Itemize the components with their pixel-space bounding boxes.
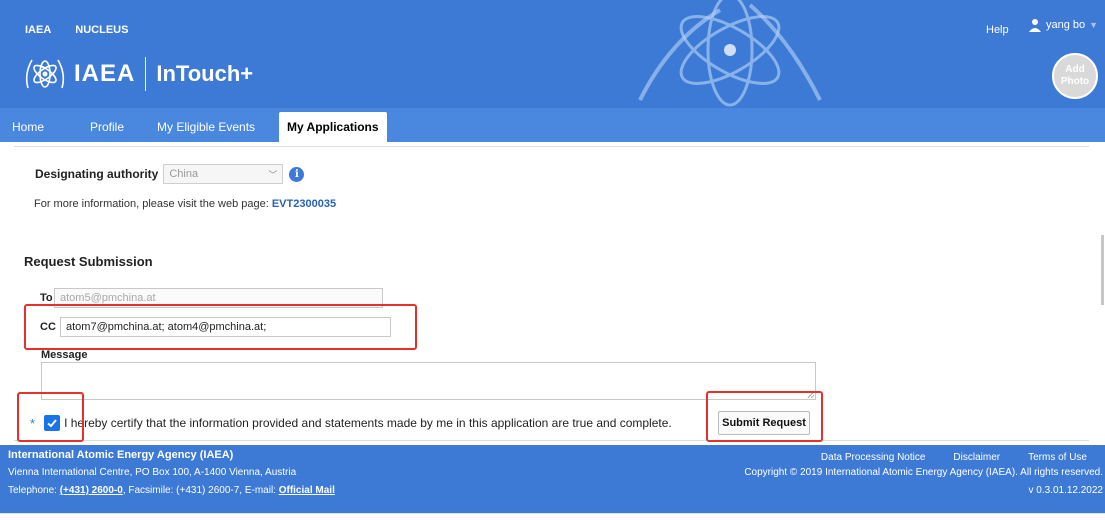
more-info-line: For more information, please visit the w… — [34, 198, 336, 210]
top-link-nucleus[interactable]: NUCLEUS — [75, 24, 128, 36]
terms-of-use-link[interactable]: Terms of Use — [1028, 452, 1087, 463]
help-link[interactable]: Help — [986, 24, 1009, 36]
user-name: yang bo — [1046, 19, 1086, 31]
certify-row: * I hereby certify that the information … — [30, 415, 672, 431]
top-link-iaea[interactable]: IAEA — [25, 24, 51, 36]
brand-logo[interactable]: IAEA InTouch+ — [22, 54, 253, 94]
tab-home[interactable]: Home — [12, 120, 44, 134]
data-processing-notice-link[interactable]: Data Processing Notice — [821, 452, 926, 463]
footer: International Atomic Energy Agency (IAEA… — [0, 445, 1105, 513]
disclaimer-link[interactable]: Disclaimer — [953, 452, 1000, 463]
tab-my-eligible-events[interactable]: My Eligible Events — [157, 120, 255, 134]
certify-text: I hereby certify that the information pr… — [64, 416, 672, 430]
atom-banner-decoration — [638, 0, 822, 107]
user-icon — [1029, 19, 1041, 32]
highlight-checkbox-box — [17, 392, 84, 442]
info-icon[interactable]: i — [289, 166, 305, 182]
tab-profile[interactable]: Profile — [90, 120, 124, 134]
telephone-link[interactable]: (+431) 2600-0 — [60, 485, 123, 496]
message-label: Message — [41, 349, 88, 361]
add-photo-label-1: Add — [1065, 64, 1085, 75]
footer-address: Vienna International Centre, PO Box 100,… — [8, 467, 297, 478]
tab-bar: Home Profile My Eligible Events My Appli… — [0, 108, 1105, 142]
iaea-emblem-icon — [25, 59, 65, 89]
brand-divider — [145, 57, 147, 91]
official-mail-link[interactable]: Official Mail — [279, 485, 335, 496]
add-photo-button[interactable]: Add Photo — [1052, 53, 1098, 99]
designating-authority-value: China — [169, 168, 199, 180]
more-info-text: For more information, please visit the w… — [34, 198, 272, 210]
chevron-down-icon: ▼ — [1089, 20, 1099, 30]
section-title: Request Submission — [24, 254, 153, 269]
event-link[interactable]: EVT2300035 — [272, 198, 336, 210]
fax-text: , Facsimile: (+431) 2600-7, E-mail: — [122, 485, 279, 496]
version: v 0.3.01.12.2022 — [1028, 485, 1103, 496]
message-textarea[interactable] — [41, 362, 816, 400]
header-bar: IAEA NUCLEUS Help yang bo ▼ IAEA InTouch… — [0, 0, 1105, 108]
designating-authority-select[interactable]: China ﹀ — [163, 164, 284, 184]
telephone-label: Telephone: — [8, 485, 60, 496]
designating-authority-label: Designating authority — [35, 167, 159, 181]
highlight-cc-box — [24, 304, 417, 350]
application-form: Designating authority China ﹀ i For more… — [14, 146, 1089, 444]
add-photo-label-2: Photo — [1060, 76, 1090, 87]
brand-iaea: IAEA — [74, 60, 136, 87]
chevron-down-icon: ﹀ — [268, 169, 278, 180]
divider — [14, 146, 1089, 147]
tab-my-applications[interactable]: My Applications — [279, 112, 387, 142]
footer-org-name: International Atomic Energy Agency (IAEA… — [8, 449, 234, 461]
brand-app-name: InTouch+ — [156, 61, 254, 86]
user-menu[interactable]: yang bo ▼ — [1028, 18, 1098, 32]
highlight-submit-box — [706, 391, 823, 442]
copyright: Copyright © 2019 International Atomic En… — [744, 467, 1103, 478]
divider — [14, 440, 1089, 441]
page-bottom — [0, 513, 1105, 520]
scrollbar-thumb[interactable] — [1101, 235, 1104, 305]
to-label: To — [40, 292, 53, 304]
footer-contact: Telephone: (+431) 2600-0, Facsimile: (+4… — [8, 485, 335, 496]
footer-links: Data Processing Notice Disclaimer Terms … — [821, 452, 1087, 463]
designating-authority-row: Designating authority China ﹀ i — [35, 164, 305, 184]
